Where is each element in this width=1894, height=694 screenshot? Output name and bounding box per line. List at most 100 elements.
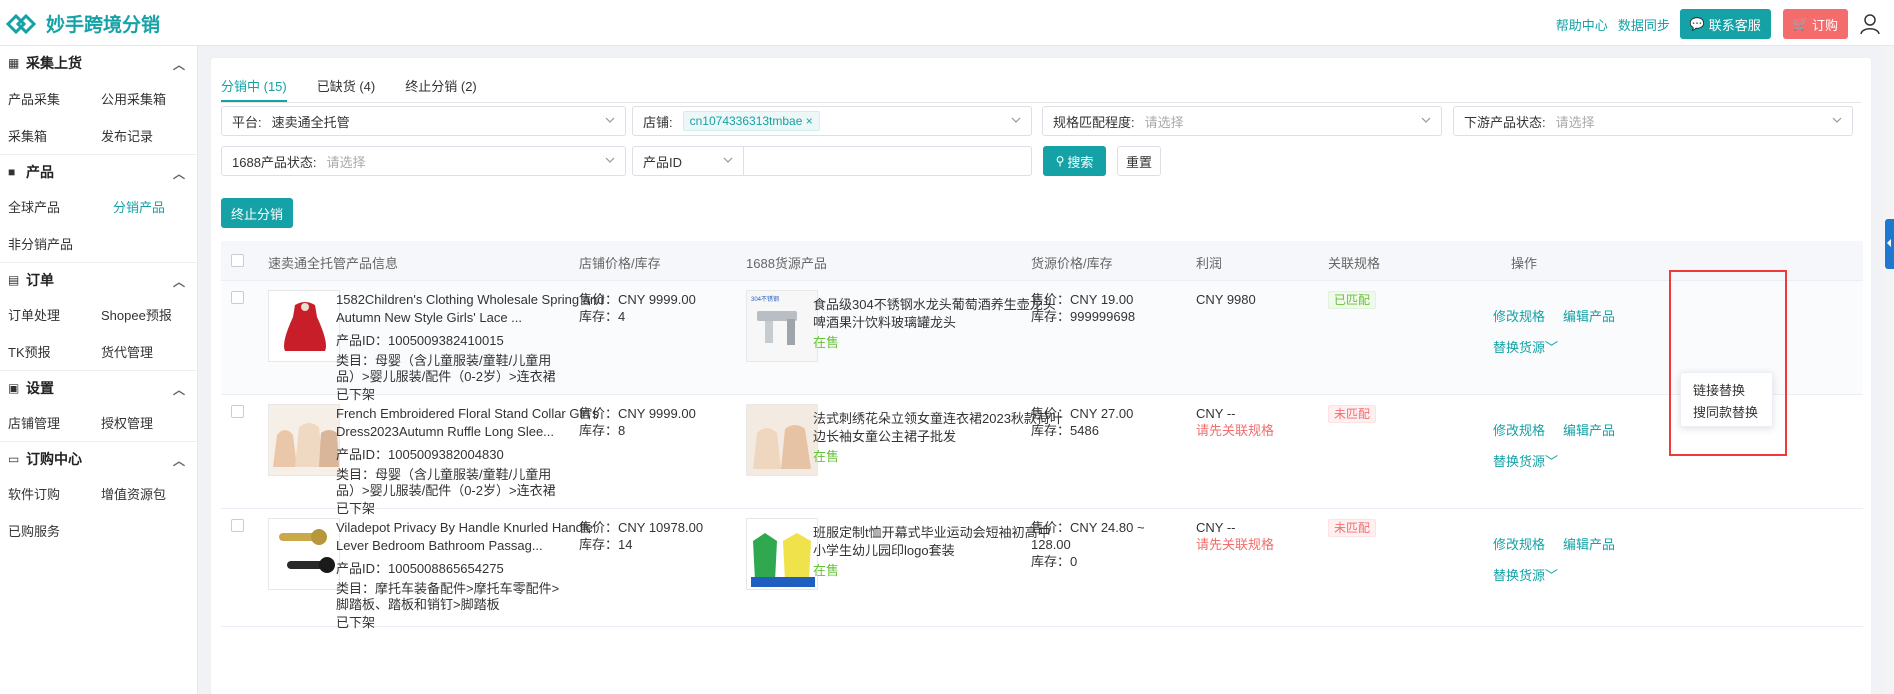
source-image[interactable] bbox=[746, 404, 818, 476]
product-icon: ■ bbox=[8, 164, 16, 179]
select-all-checkbox[interactable] bbox=[231, 254, 244, 267]
app-logo[interactable]: 妙手跨境分销 bbox=[6, 10, 160, 37]
shop-price: 售价：CNY 10978.00 bbox=[579, 520, 704, 535]
chevron-down-icon bbox=[723, 157, 733, 163]
downstream-status-select[interactable]: 下游产品状态: 请选择 bbox=[1453, 106, 1853, 136]
spec-match-select[interactable]: 规格匹配程度: 请选择 bbox=[1042, 106, 1442, 136]
col-linked-spec: 关联规格 bbox=[1328, 256, 1381, 271]
edit-product-link[interactable]: 编辑产品 bbox=[1563, 309, 1615, 324]
source-status: 在售 bbox=[813, 563, 840, 578]
sidebar-item-software-order[interactable]: 软件订购 bbox=[0, 484, 93, 503]
replace-source-dropdown[interactable]: 替换货源﹀ bbox=[1493, 337, 1633, 356]
row-checkbox[interactable] bbox=[231, 519, 244, 532]
order-label: 订购 bbox=[1811, 17, 1838, 33]
chevron-down-icon: ﹀ bbox=[1545, 568, 1559, 583]
sidebar-item-order-processing[interactable]: 订单处理 bbox=[0, 305, 93, 324]
search-button[interactable]: ⚲ 搜索 bbox=[1043, 146, 1106, 176]
shop-stock: 库存：14 bbox=[579, 537, 633, 552]
product-title[interactable]: Viladepot Privacy By Handle Knurled Hand… bbox=[336, 519, 606, 555]
id-type-select[interactable]: 产品ID bbox=[632, 146, 744, 176]
tab-distributing[interactable]: 分销中 (15) bbox=[221, 76, 287, 102]
product-id-input[interactable] bbox=[743, 146, 1032, 176]
data-sync-link[interactable]: 数据同步 bbox=[1618, 15, 1670, 34]
edit-spec-link[interactable]: 修改规格 bbox=[1493, 423, 1545, 438]
sidebar-section-product[interactable]: ■ 产品 ︿ bbox=[0, 154, 197, 188]
replace-source-dropdown[interactable]: 替换货源﹀ bbox=[1493, 565, 1633, 584]
source-image[interactable] bbox=[746, 518, 818, 590]
source-stock: 库存：999999698 bbox=[1031, 309, 1136, 324]
user-icon[interactable] bbox=[1860, 13, 1880, 35]
platform-select[interactable]: 平台: 速卖通全托管 bbox=[221, 106, 626, 136]
sidebar-item-shop-management[interactable]: 店铺管理 bbox=[0, 413, 93, 432]
source-image[interactable]: 304不锈钢 bbox=[746, 290, 818, 362]
edit-product-link[interactable]: 编辑产品 bbox=[1563, 423, 1615, 438]
profit-note: 请先关联规格 bbox=[1196, 537, 1275, 552]
sidebar-item-resource-pack[interactable]: 增值资源包 bbox=[93, 484, 186, 503]
product-image[interactable] bbox=[268, 518, 340, 590]
shop-select[interactable]: 店铺: cn1074336313tmbae × bbox=[632, 106, 1032, 136]
chevron-down-icon bbox=[605, 157, 615, 163]
highlight-box bbox=[1669, 270, 1787, 456]
edit-spec-link[interactable]: 修改规格 bbox=[1493, 537, 1545, 552]
shop-price: 售价：CNY 9999.00 bbox=[579, 406, 696, 421]
card-icon: ▭ bbox=[8, 451, 20, 466]
source-title[interactable]: 食品级304不锈钢水龙头葡萄酒养生壶龙头啤酒果汁饮料玻璃罐龙头 bbox=[813, 296, 1063, 332]
col-source-price: 货源价格/库存 bbox=[1031, 256, 1113, 271]
product-category: 类目：母婴（含儿童服装/童鞋/儿童用品）>婴儿服装/配件（0-2岁）>连衣裙 bbox=[336, 467, 556, 498]
table-row: Viladepot Privacy By Handle Knurled Hand… bbox=[221, 509, 1863, 630]
chevron-down-icon: ﹀ bbox=[1545, 454, 1559, 469]
row-checkbox[interactable] bbox=[231, 405, 244, 418]
sidebar-item-purchased-services[interactable]: 已购服务 bbox=[0, 521, 93, 540]
sidebar-item-product-collect[interactable]: 产品采集 bbox=[0, 89, 93, 108]
sidebar-item-distribution-products[interactable]: 分销产品 bbox=[93, 197, 186, 216]
status-tabs: 分销中 (15) 已缺货 (4) 终止分销 (2) bbox=[221, 76, 507, 102]
product-status: 已下架 bbox=[336, 615, 376, 630]
chevron-up-icon: ︿ bbox=[173, 454, 186, 468]
sidebar-section-orders[interactable]: ▤ 订单 ︿ bbox=[0, 262, 197, 296]
sidebar-section-settings[interactable]: ▣ 设置 ︿ bbox=[0, 370, 197, 404]
replace-source-dropdown[interactable]: 替换货源﹀ bbox=[1493, 451, 1633, 470]
cart-icon: 🛒 bbox=[1792, 16, 1809, 31]
match-status-badge: 未匹配 bbox=[1328, 405, 1377, 423]
sidebar-item-publish-records[interactable]: 发布记录 bbox=[93, 126, 186, 145]
sidebar-item-tk-forecast[interactable]: TK预报 bbox=[0, 342, 93, 361]
table-header: 速卖通全托管产品信息 店铺价格/库存 1688货源产品 货源价格/库存 利润 关… bbox=[221, 241, 1863, 281]
order-button[interactable]: 🛒 订购 bbox=[1782, 9, 1848, 39]
tab-out-of-stock[interactable]: 已缺货 (4) bbox=[317, 76, 376, 102]
source-title[interactable]: 班服定制t恤开幕式毕业运动会短袖初高中小学生幼儿园印logo套装 bbox=[813, 524, 1063, 560]
close-icon[interactable]: × bbox=[806, 114, 813, 128]
sidebar-item-auth-management[interactable]: 授权管理 bbox=[93, 413, 186, 432]
sidebar-section-collect[interactable]: ▦ 采集上货 ︿ bbox=[0, 46, 197, 80]
row-checkbox[interactable] bbox=[231, 291, 244, 304]
shop-tag: cn1074336313tmbae × bbox=[682, 111, 820, 131]
tab-terminated[interactable]: 终止分销 (2) bbox=[405, 76, 477, 102]
sidebar-item-forwarder[interactable]: 货代管理 bbox=[93, 342, 186, 361]
sidebar-item-non-distribution[interactable]: 非分销产品 bbox=[0, 234, 93, 253]
sidebar-section-subscription[interactable]: ▭ 订购中心 ︿ bbox=[0, 441, 197, 475]
col-actions: 操作 bbox=[1511, 256, 1538, 271]
contact-support-button[interactable]: 💬 联系客服 bbox=[1679, 9, 1771, 39]
source-status-select[interactable]: 1688产品状态: 请选择 bbox=[221, 146, 626, 176]
product-title[interactable]: French Embroidered Floral Stand Collar G… bbox=[336, 405, 606, 441]
product-image[interactable] bbox=[268, 404, 340, 476]
logo-icon bbox=[6, 13, 36, 34]
reset-button[interactable]: 重置 bbox=[1117, 146, 1161, 176]
source-title[interactable]: 法式刺绣花朵立领女童连衣裙2023秋款荷叶边长袖女童公主裙子批发 bbox=[813, 410, 1063, 446]
edit-spec-link[interactable]: 修改规格 bbox=[1493, 309, 1545, 324]
col-shop-price: 店铺价格/库存 bbox=[579, 256, 661, 271]
sidebar-item-collect-box[interactable]: 采集箱 bbox=[0, 126, 93, 145]
help-center-link[interactable]: 帮助中心 bbox=[1556, 15, 1608, 34]
product-title[interactable]: 1582Children's Clothing Wholesale Spring… bbox=[336, 291, 606, 327]
source-status: 在售 bbox=[813, 335, 840, 350]
terminate-distribution-button[interactable]: 终止分销 bbox=[221, 198, 293, 228]
sidebar-item-shopee-forecast[interactable]: Shopee预报 bbox=[93, 305, 186, 324]
sidebar-item-public-box[interactable]: 公用采集箱 bbox=[93, 89, 186, 108]
table-row: 1582Children's Clothing Wholesale Spring… bbox=[221, 281, 1863, 402]
product-image[interactable] bbox=[268, 290, 340, 362]
sidebar-item-global-products[interactable]: 全球产品 bbox=[0, 197, 93, 216]
scrollbar[interactable] bbox=[1884, 46, 1894, 694]
product-id: 产品ID：1005008865654275 bbox=[336, 561, 504, 576]
side-expand-tab[interactable] bbox=[1885, 219, 1894, 269]
edit-product-link[interactable]: 编辑产品 bbox=[1563, 537, 1615, 552]
grid-icon: ▦ bbox=[8, 56, 20, 70]
